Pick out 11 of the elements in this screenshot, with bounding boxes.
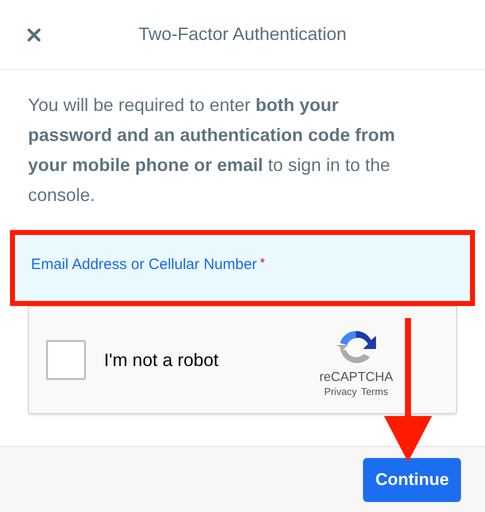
captcha-label: I'm not a robot xyxy=(104,348,218,372)
captcha-brand: reCAPTCHA xyxy=(319,368,393,384)
captcha-link[interactable]: Privacy xyxy=(324,384,357,400)
required-mark: * xyxy=(260,255,265,270)
description: You will be required to enter both your password and an authentication code from your mobile phone or email to sign in to the console. xyxy=(27,94,396,207)
email-field[interactable]: Email Address or Cellular Number * xyxy=(10,230,475,306)
continue-button[interactable]: Continue xyxy=(363,458,461,502)
captcha-link[interactable]: Terms xyxy=(360,384,388,400)
dialog-title: Two-Factor Authentication xyxy=(138,23,347,46)
field-label: Email Address or Cellular Number xyxy=(31,256,257,273)
captcha-checkbox[interactable] xyxy=(46,340,86,380)
